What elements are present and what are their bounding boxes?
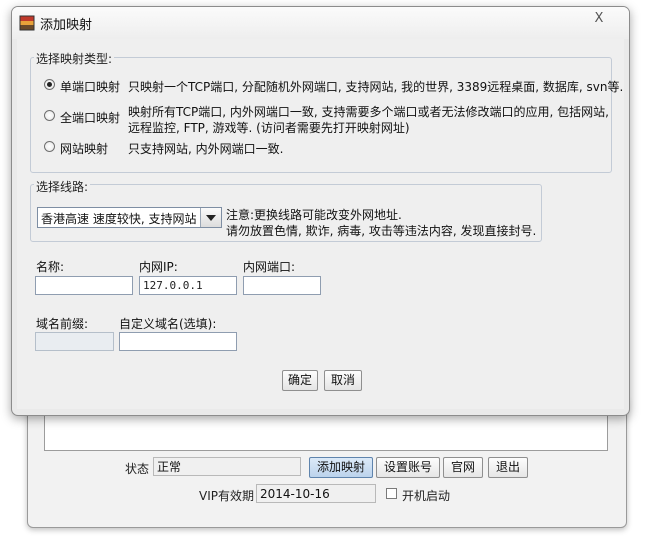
domain-prefix-label: 域名前缀: bbox=[36, 317, 89, 331]
radio-website[interactable] bbox=[44, 141, 55, 152]
website-mapping-label[interactable]: 网站映射 bbox=[60, 140, 108, 157]
all-ports-label[interactable]: 全端口映射 bbox=[60, 109, 120, 126]
name-label: 名称: bbox=[36, 260, 65, 274]
single-port-desc: 只映射一个TCP端口, 分配随机外网端口, 支持网站, 我的世界, 3389远程… bbox=[128, 80, 624, 94]
autostart-label: 开机启动 bbox=[402, 489, 451, 503]
dialog-titlebar[interactable] bbox=[12, 7, 629, 39]
radio-all-ports[interactable] bbox=[44, 110, 55, 121]
domain-prefix-input bbox=[35, 332, 114, 351]
radio-single-port[interactable] bbox=[44, 79, 55, 90]
all-ports-desc-line2: 远程监控, FTP, 游戏等. (访问者需要先打开映射网址) bbox=[128, 121, 410, 135]
route-select[interactable]: 香港高速 速度较快, 支持网站 bbox=[37, 207, 222, 228]
app-icon bbox=[19, 15, 35, 31]
all-ports-desc-line1: 映射所有TCP端口, 内外网端口一致, 支持需要多个端口或者无法修改端口的应用,… bbox=[128, 105, 609, 119]
website-button[interactable]: 官网 bbox=[443, 457, 483, 478]
local-port-label: 内网端口: bbox=[243, 260, 296, 274]
chevron-down-icon[interactable] bbox=[200, 208, 221, 227]
route-selected: 香港高速 速度较快, 支持网站 bbox=[41, 212, 197, 226]
status-field: 正常 bbox=[153, 457, 301, 476]
local-ip-input[interactable]: 127.0.0.1 bbox=[139, 276, 237, 295]
close-icon: X bbox=[594, 11, 604, 26]
status-label: 状态 bbox=[125, 462, 150, 476]
route-note-line1: 注意:更换线路可能改变外网地址. bbox=[226, 208, 402, 222]
custom-domain-label: 自定义域名(选填): bbox=[119, 317, 217, 331]
vip-expiry-field: 2014-10-16 bbox=[256, 484, 376, 503]
route-legend: 选择线路: bbox=[34, 178, 91, 195]
vip-label: VIP有效期 bbox=[199, 489, 254, 503]
single-port-label[interactable]: 单端口映射 bbox=[60, 78, 120, 95]
name-input[interactable] bbox=[35, 276, 133, 295]
website-mapping-desc: 只支持网站, 内外网端口一致. bbox=[128, 142, 284, 156]
close-button[interactable]: X bbox=[578, 10, 620, 28]
dialog-title: 添加映射 bbox=[40, 18, 93, 33]
add-mapping-button[interactable]: 添加映射 bbox=[309, 457, 373, 478]
cancel-button[interactable]: 取消 bbox=[324, 370, 362, 391]
custom-domain-input[interactable] bbox=[119, 332, 237, 351]
set-account-button[interactable]: 设置账号 bbox=[376, 457, 440, 478]
autostart-checkbox[interactable] bbox=[386, 488, 397, 499]
ok-button[interactable]: 确定 bbox=[282, 370, 318, 391]
route-note-line2: 请勿放置色情, 欺诈, 病毒, 攻击等违法内容, 发现直接封号. bbox=[226, 224, 537, 238]
exit-button[interactable]: 退出 bbox=[488, 457, 528, 478]
local-port-input[interactable] bbox=[243, 276, 321, 295]
mapping-type-legend: 选择映射类型: bbox=[34, 50, 115, 67]
local-ip-label: 内网IP: bbox=[139, 260, 178, 274]
